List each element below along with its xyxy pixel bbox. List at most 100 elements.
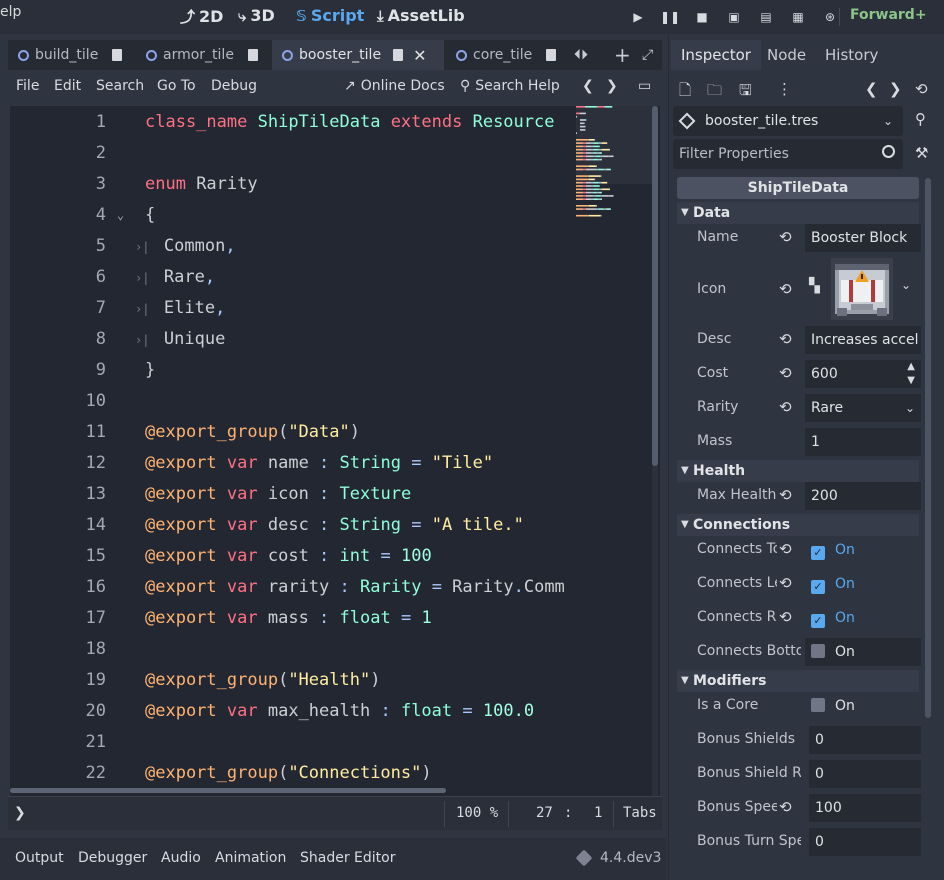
- code-line[interactable]: 8 ›| Unique: [10, 323, 580, 354]
- code-line[interactable]: 3 enum Rarity: [10, 168, 580, 199]
- tab-build-tile[interactable]: build_tile: [8, 40, 134, 70]
- code-line[interactable]: 14 @export var desc : String = "A tile.": [10, 509, 580, 540]
- online-docs-button[interactable]: ↗ Online Docs: [344, 78, 445, 94]
- code-line[interactable]: 22 @export_group("Connections"): [10, 757, 580, 788]
- indentation-mode[interactable]: Tabs: [623, 805, 657, 821]
- connects-left-checkbox[interactable]: ✓ On: [805, 570, 921, 598]
- tab-core-tile[interactable]: core_tile: [446, 40, 568, 70]
- code-line[interactable]: 6 ›| Rare,: [10, 261, 580, 292]
- tab-armor-tile[interactable]: armor_tile: [136, 40, 268, 70]
- play-icon[interactable]: ▶: [622, 6, 654, 28]
- menu-edit[interactable]: Edit: [54, 78, 81, 94]
- play-scene-icon[interactable]: ▤: [750, 6, 782, 28]
- revert-icon[interactable]: ⟲: [779, 280, 792, 298]
- bonus-shield-regen-field[interactable]: 0: [809, 760, 921, 788]
- property-tools-icon[interactable]: ⚒: [915, 144, 928, 162]
- chevron-down-icon[interactable]: ⌄: [901, 278, 911, 292]
- object-history-icon[interactable]: ⟲: [915, 80, 928, 98]
- bonus-speed-field[interactable]: 100: [809, 794, 921, 822]
- tab-shader-editor[interactable]: Shader Editor: [300, 850, 395, 866]
- history-back-icon[interactable]: ❮: [582, 78, 594, 94]
- code-line[interactable]: 5 ›| Common,: [10, 230, 580, 261]
- code-line[interactable]: 10: [10, 385, 580, 416]
- code-line[interactable]: 17 @export var mass : float = 1: [10, 602, 580, 633]
- code-line[interactable]: 13 @export var icon : Texture: [10, 478, 580, 509]
- bonus-shields-field[interactable]: 0: [809, 726, 921, 754]
- scrollbar-thumb[interactable]: [652, 106, 658, 466]
- tab-audio[interactable]: Audio: [161, 850, 201, 866]
- tab-inspector[interactable]: Inspector: [671, 40, 761, 70]
- toggle-scripts-panel-icon[interactable]: ▭: [638, 78, 651, 94]
- remote-debug-icon[interactable]: ▣: [718, 6, 750, 28]
- code-editor[interactable]: 1 class_name ShipTileData extends Resourc…: [10, 106, 660, 796]
- code-line[interactable]: 11 @export_group("Data"): [10, 416, 580, 447]
- pause-icon[interactable]: ❚❚: [654, 6, 686, 28]
- code-line[interactable]: 20 @export var max_health : float = 100.0: [10, 695, 580, 726]
- code-line[interactable]: 4 ⌄ {: [10, 199, 580, 230]
- is-core-checkbox[interactable]: On: [805, 692, 921, 720]
- bonus-turn-speed-field[interactable]: 0: [809, 828, 921, 856]
- workspace-3d-button[interactable]: ⤷ 3D: [238, 6, 275, 25]
- revert-icon[interactable]: ⟲: [779, 608, 792, 626]
- rarity-select[interactable]: Rare ⌄: [805, 394, 921, 422]
- code-line[interactable]: 15 @export var cost : int = 100: [10, 540, 580, 571]
- code-line[interactable]: 16 @export var rarity : Rarity = Rarity.C…: [10, 571, 580, 602]
- menu-file[interactable]: File: [16, 78, 39, 94]
- stop-icon[interactable]: ■: [686, 6, 718, 28]
- revert-icon[interactable]: ⟲: [779, 330, 792, 348]
- inspector-scrollbar[interactable]: [925, 178, 931, 718]
- tab-scroll-icon[interactable]: ⏴⏵: [574, 40, 588, 70]
- menu-search[interactable]: Search: [96, 78, 144, 94]
- connects-top-checkbox[interactable]: ✓ On: [805, 536, 921, 564]
- movie-maker-icon[interactable]: ⊛: [814, 6, 846, 28]
- horizontal-scrollbar[interactable]: [10, 788, 446, 793]
- tab-output[interactable]: Output: [15, 850, 64, 866]
- workspace-assetlib-button[interactable]: ⤓ AssetLib: [377, 6, 465, 25]
- history-forward-icon[interactable]: ❯: [606, 78, 618, 94]
- code-minimap[interactable]: [576, 106, 652, 226]
- code-line[interactable]: 1 class_name ShipTileData extends Resourc…: [10, 106, 580, 137]
- vertical-scrollbar[interactable]: [652, 106, 658, 796]
- cost-spinbox[interactable]: 600 ▲ ▼: [805, 360, 921, 388]
- workspace-2d-button[interactable]: ⤴ 2D: [180, 6, 223, 27]
- revert-icon[interactable]: ⟲: [779, 798, 792, 816]
- code-line[interactable]: 18: [10, 633, 580, 664]
- code-line[interactable]: 21: [10, 726, 580, 757]
- spin-arrows-icon[interactable]: ▲ ▼: [907, 360, 915, 388]
- tab-booster-tile[interactable]: booster_tile ✕: [272, 40, 444, 70]
- fold-chevron-icon[interactable]: ⌄: [106, 208, 135, 222]
- new-tab-icon[interactable]: +: [614, 40, 631, 70]
- renderer-select[interactable]: Forward+: [850, 7, 927, 23]
- max-health-field[interactable]: 200: [805, 482, 921, 510]
- close-icon[interactable]: ✕: [413, 46, 426, 65]
- toggle-files-panel-icon[interactable]: ❯: [14, 805, 26, 821]
- tab-history[interactable]: History: [815, 40, 888, 70]
- history-back-icon[interactable]: ❮: [865, 80, 878, 98]
- search-help-button[interactable]: ⚲ Search Help: [460, 78, 560, 94]
- desc-field[interactable]: Increases accel: [805, 326, 921, 354]
- menu-goto[interactable]: Go To: [157, 78, 196, 94]
- resource-selector[interactable]: booster_tile.tres ⌄: [673, 106, 903, 136]
- distraction-free-icon[interactable]: ⤢: [642, 40, 653, 70]
- help-menu[interactable]: elp: [0, 4, 21, 20]
- connects-right-checkbox[interactable]: ✓ On: [805, 604, 921, 632]
- code-line[interactable]: 12 @export var name : String = "Tile": [10, 447, 580, 478]
- engine-version[interactable]: 4.4.dev3: [600, 850, 661, 866]
- revert-icon[interactable]: ⟲: [779, 540, 792, 558]
- more-options-icon[interactable]: ⋮: [777, 80, 792, 98]
- code-line[interactable]: 9}: [10, 354, 580, 385]
- filter-properties-input[interactable]: Filter Properties: [673, 139, 903, 169]
- tab-node[interactable]: Node: [757, 40, 816, 70]
- save-icon[interactable]: 🖫: [739, 80, 752, 105]
- mass-field[interactable]: 1: [805, 428, 921, 456]
- workspace-script-button[interactable]: 𝕊 Script: [296, 6, 364, 25]
- play-custom-scene-icon[interactable]: ▦: [782, 6, 814, 28]
- tab-animation[interactable]: Animation: [215, 850, 286, 866]
- booster-texture-preview[interactable]: [831, 258, 893, 320]
- code-line[interactable]: 7 ›| Elite,: [10, 292, 580, 323]
- code-line[interactable]: 2: [10, 137, 580, 168]
- name-field[interactable]: Booster Block: [805, 224, 921, 252]
- zoom-level[interactable]: 100 %: [456, 805, 498, 821]
- history-forward-icon[interactable]: ❯: [889, 80, 902, 98]
- menu-debug[interactable]: Debug: [211, 78, 257, 94]
